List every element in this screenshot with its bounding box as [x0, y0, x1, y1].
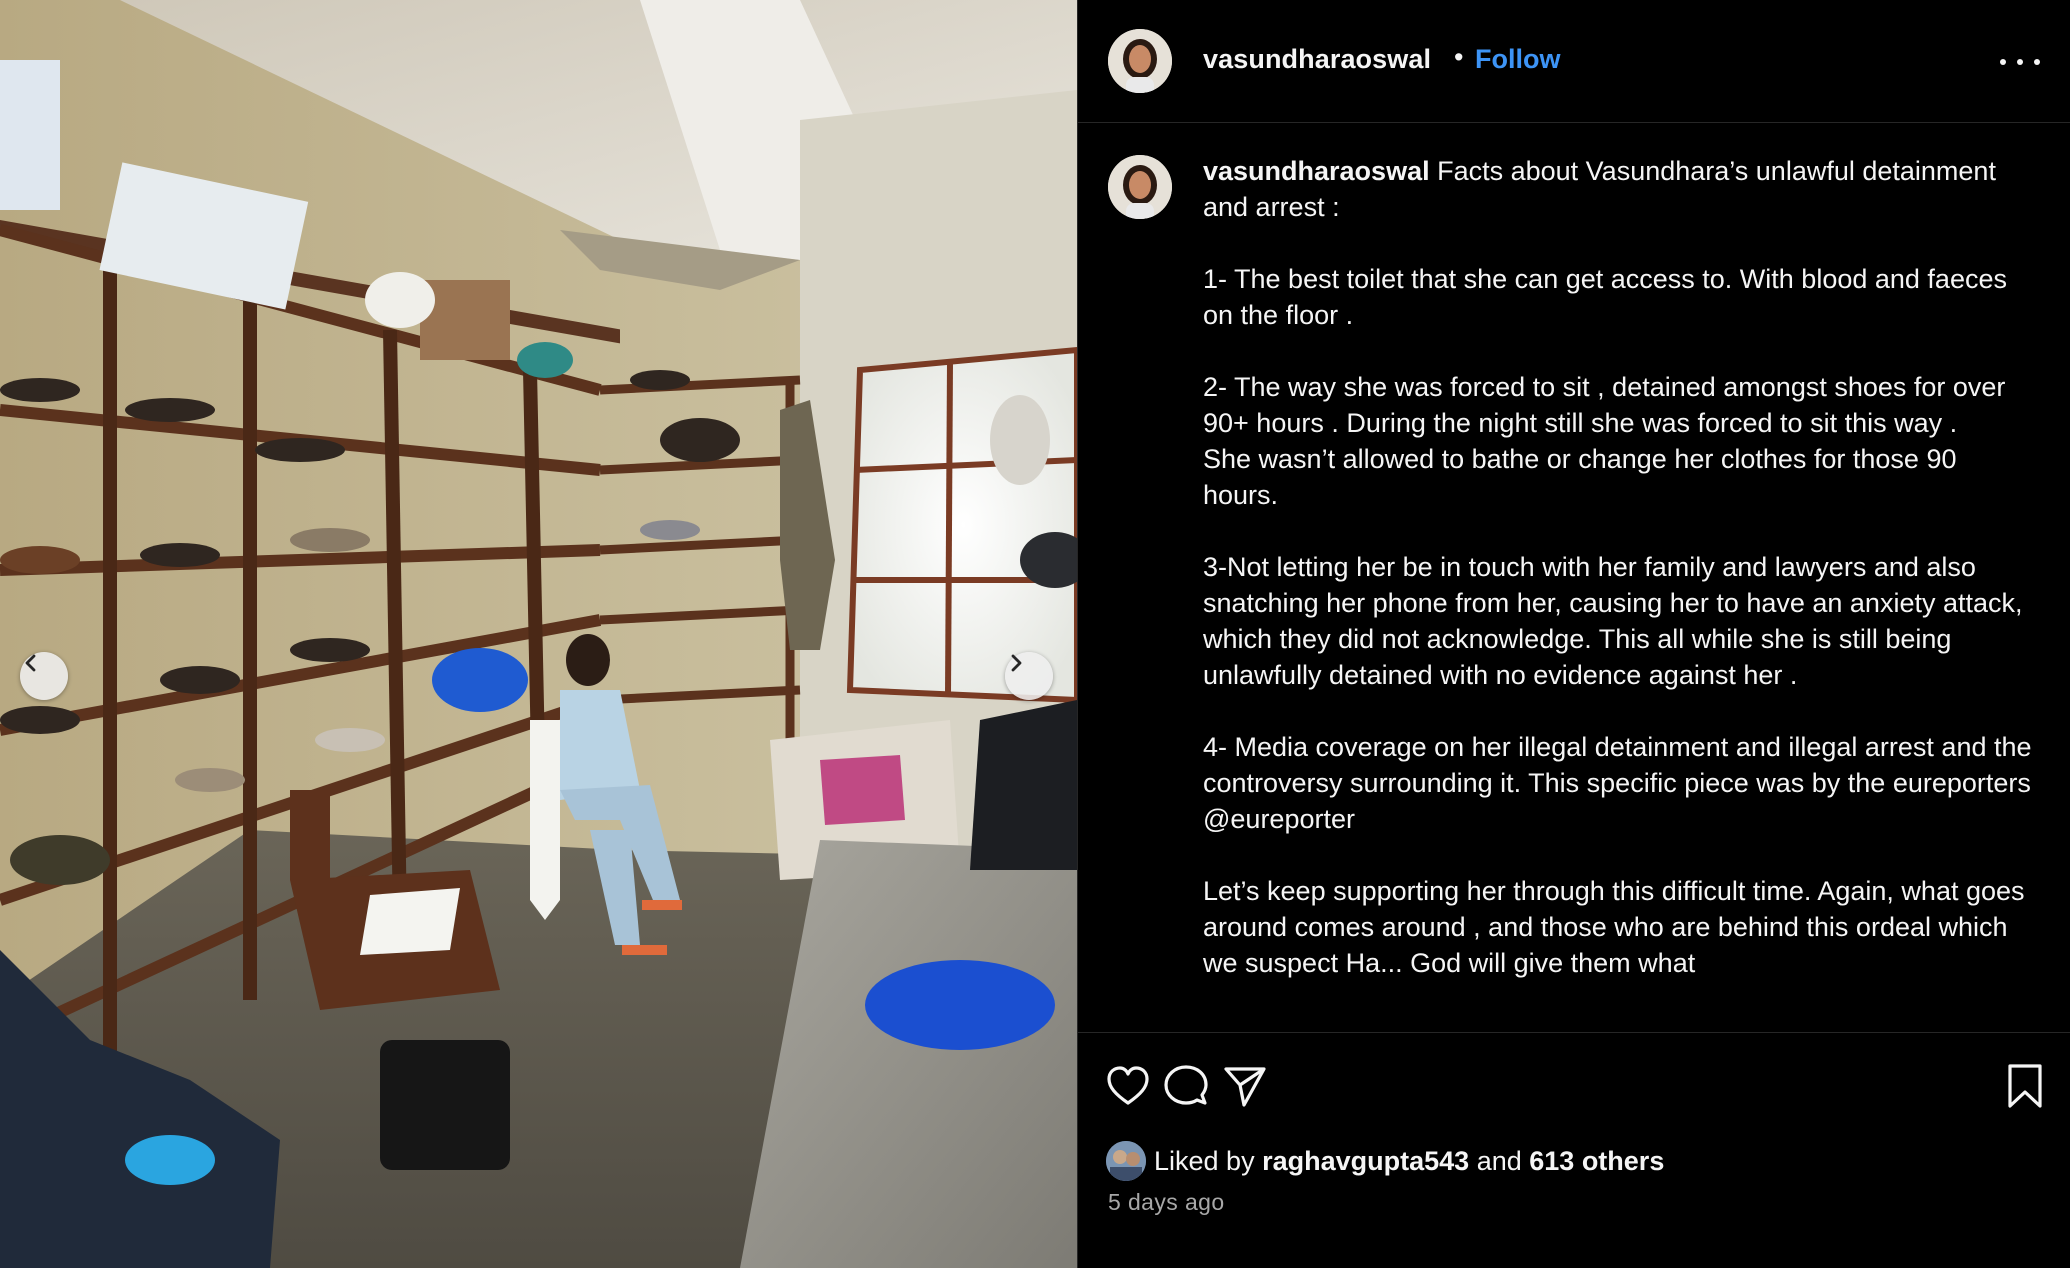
author-username[interactable]: vasundharaoswal — [1203, 44, 1431, 75]
post-actions: Liked by raghavgupta543 and 613 others 5… — [1078, 1032, 2070, 1268]
post-timestamp[interactable]: 5 days ago — [1108, 1189, 1225, 1216]
comment-icon[interactable] — [1161, 1061, 1211, 1111]
liker-profile-photo — [1106, 1141, 1146, 1181]
post-photo — [0, 0, 1077, 1268]
post-header: vasundharaoswal • Follow — [1078, 0, 2070, 123]
follow-button[interactable]: Follow — [1475, 44, 1560, 75]
previous-photo-button[interactable] — [20, 652, 68, 700]
send-icon[interactable] — [1220, 1061, 1270, 1111]
caption-author-avatar[interactable] — [1108, 155, 1172, 219]
room-photo-illustration — [0, 0, 1077, 1268]
likes-summary: Liked by raghavgupta543 and 613 others — [1106, 1141, 1664, 1181]
more-horizontal-icon-dot — [2017, 59, 2023, 65]
more-horizontal-icon-dot — [2034, 59, 2040, 65]
likes-prefix: Liked by — [1154, 1145, 1255, 1176]
more-options-button[interactable] — [2000, 44, 2040, 80]
chevron-left-icon — [25, 654, 36, 672]
profile-photo — [1108, 29, 1172, 93]
bookmark-icon[interactable] — [2000, 1061, 2050, 1111]
heart-icon[interactable] — [1103, 1061, 1153, 1111]
profile-photo — [1108, 155, 1172, 219]
caption-text: Facts about Vasundhara’s unlawful detain… — [1203, 156, 2032, 978]
post-side-panel: vasundharaoswal • Follow vasundharaoswal… — [1077, 0, 2070, 1268]
chevron-right-icon — [1011, 654, 1022, 672]
author-avatar[interactable] — [1108, 29, 1172, 93]
others-likes-link[interactable]: 613 others — [1529, 1146, 1664, 1177]
more-horizontal-icon — [2000, 59, 2006, 65]
caption-username[interactable]: vasundharaoswal — [1203, 156, 1430, 186]
instagram-post-view: vasundharaoswal • Follow vasundharaoswal… — [0, 0, 2070, 1268]
likes-joiner: and — [1476, 1145, 1522, 1176]
post-caption: vasundharaoswal Facts about Vasundhara’s… — [1203, 153, 2033, 981]
caption-scroll-area[interactable]: vasundharaoswal Facts about Vasundhara’s… — [1078, 123, 2070, 1031]
liker-username[interactable]: raghavgupta543 — [1262, 1146, 1469, 1177]
liker-avatar[interactable] — [1106, 1141, 1146, 1181]
separator-dot: • — [1454, 42, 1464, 72]
next-photo-button[interactable] — [1005, 652, 1053, 700]
